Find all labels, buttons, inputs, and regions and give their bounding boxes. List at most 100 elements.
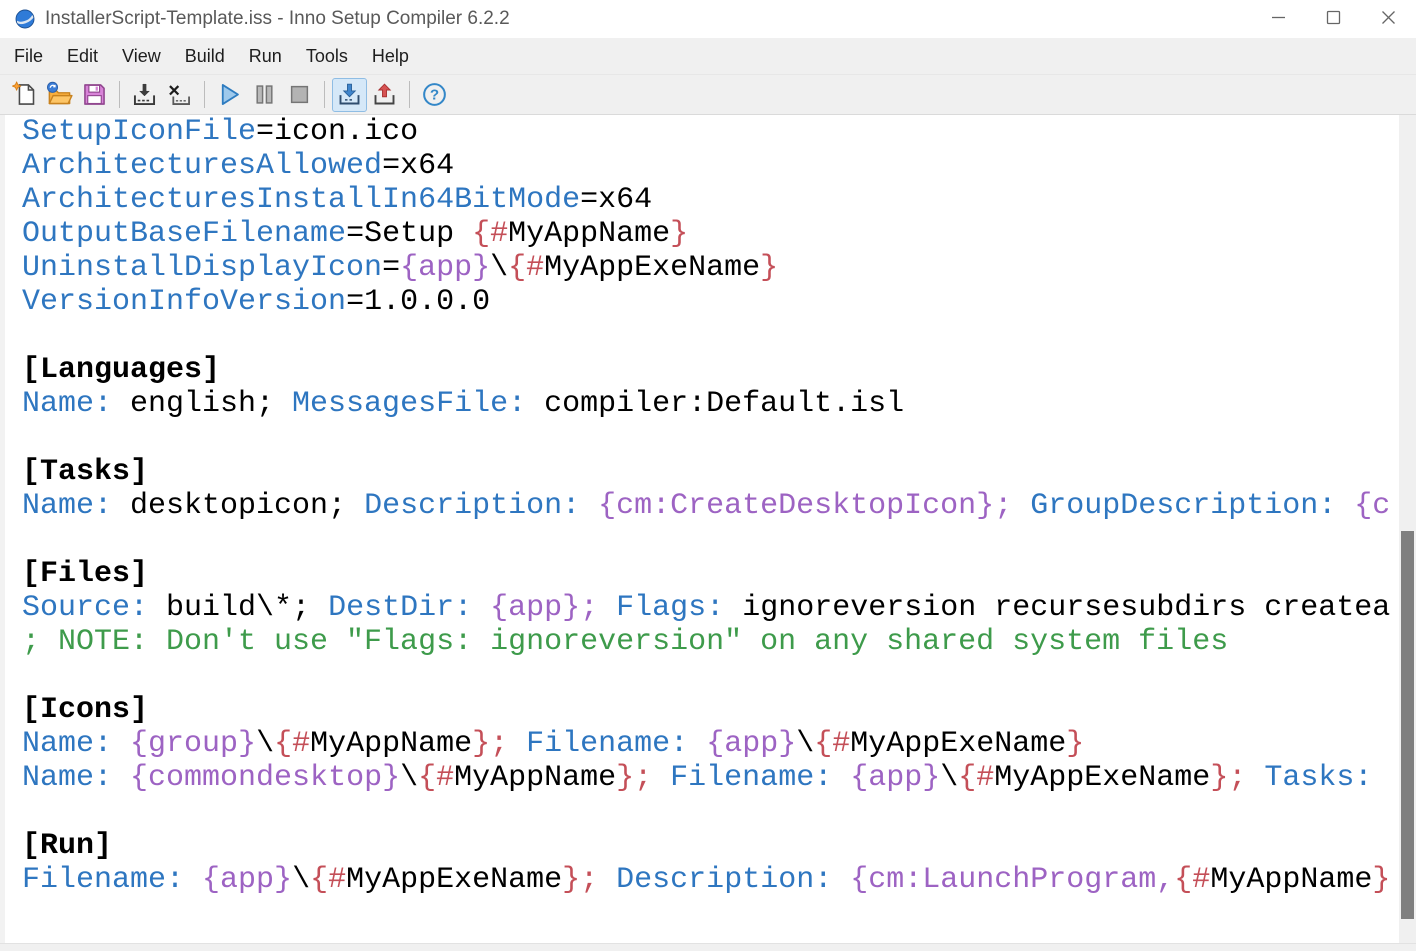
- code-token-key: MessagesFile:: [292, 387, 527, 421]
- code-token-key: Filename:: [22, 863, 185, 897]
- code-line[interactable]: ArchitecturesAllowed=x64: [22, 149, 1399, 183]
- code-line[interactable]: SetupIconFile=icon.ico: [22, 115, 1399, 149]
- code-token-pre: {#: [508, 251, 545, 285]
- code-token-key: ArchitecturesInstallIn64BitMode: [22, 183, 581, 217]
- inno-setup-icon: [15, 9, 35, 29]
- window-title: InstallerScript-Template.iss - Inno Setu…: [45, 8, 510, 29]
- code-line[interactable]: Name: {group}\{#MyAppName}; Filename: {a…: [22, 727, 1399, 761]
- save-script-button[interactable]: [77, 78, 112, 112]
- terminate-button[interactable]: [282, 78, 317, 112]
- code-line[interactable]: [22, 795, 1399, 829]
- code-line[interactable]: OutputBaseFilename=Setup {#MyAppName}: [22, 217, 1399, 251]
- code-line[interactable]: [22, 421, 1399, 455]
- code-token-const: {app}: [202, 863, 293, 897]
- code-token-val: [598, 591, 616, 625]
- code-line[interactable]: Name: desktopicon; Description: {cm:Crea…: [22, 489, 1399, 523]
- code-token-val: [508, 727, 526, 761]
- code-area[interactable]: SetupIconFile=icon.ico ArchitecturesAllow…: [0, 115, 1399, 943]
- inno-setup-window: InstallerScript-Template.iss - Inno Setu…: [0, 0, 1416, 951]
- minimize-button[interactable]: [1251, 0, 1306, 38]
- code-token-key: Tasks:: [1264, 761, 1373, 795]
- code-line[interactable]: VersionInfoVersion=1.0.0.0: [22, 285, 1399, 319]
- script-editor[interactable]: SetupIconFile=icon.ico ArchitecturesAllow…: [0, 114, 1416, 943]
- close-icon: [1381, 10, 1396, 28]
- menu-item-help[interactable]: Help: [360, 38, 421, 74]
- scrollbar-thumb[interactable]: [1401, 531, 1414, 919]
- new-script-button[interactable]: [7, 78, 42, 112]
- run-button[interactable]: [212, 78, 247, 112]
- menu-item-run[interactable]: Run: [237, 38, 294, 74]
- code-line[interactable]: [22, 659, 1399, 693]
- code-line[interactable]: UninstallDisplayIcon={app}\{#MyAppExeNam…: [22, 251, 1399, 285]
- title-bar[interactable]: InstallerScript-Template.iss - Inno Setu…: [0, 0, 1416, 38]
- code-token-const: {app}: [850, 761, 941, 795]
- pause-button[interactable]: [247, 78, 282, 112]
- maximize-button[interactable]: [1306, 0, 1361, 38]
- code-line[interactable]: ; NOTE: Don't use "Flags: ignoreversion"…: [22, 625, 1399, 659]
- code-token-const: {cm:CreateDesktopIcon};: [598, 489, 1013, 523]
- menu-bar: File Edit View Build Run Tools Help: [0, 38, 1416, 74]
- code-token-val: [832, 863, 850, 897]
- code-line[interactable]: ArchitecturesInstallIn64BitMode=x64: [22, 183, 1399, 217]
- code-token-key: Flags:: [616, 591, 725, 625]
- menu-item-edit[interactable]: Edit: [55, 38, 110, 74]
- code-token-key: Name:: [22, 727, 113, 761]
- code-token-val: =icon.ico: [256, 115, 419, 149]
- menu-item-build[interactable]: Build: [173, 38, 237, 74]
- code-line[interactable]: [22, 319, 1399, 353]
- uninstall-arrow-icon: [371, 81, 398, 108]
- target-uninstall-button[interactable]: [367, 78, 402, 112]
- maximize-icon: [1326, 10, 1341, 28]
- code-token-const: {c: [1354, 489, 1391, 523]
- code-token-key: Description:: [364, 489, 581, 523]
- code-token-val: \: [796, 727, 815, 761]
- code-line[interactable]: [22, 523, 1399, 557]
- close-button[interactable]: [1361, 0, 1416, 38]
- minimize-icon: [1271, 10, 1286, 28]
- code-token-key: ArchitecturesAllowed: [22, 149, 383, 183]
- code-line[interactable]: Source: build\*; DestDir: {app}; Flags: …: [22, 591, 1399, 625]
- code-line[interactable]: [Run]: [22, 829, 1399, 863]
- stop-compile-button[interactable]: [162, 78, 197, 112]
- code-line[interactable]: [Languages]: [22, 353, 1399, 387]
- help-button[interactable]: ?: [417, 78, 452, 112]
- code-token-val: \: [292, 863, 311, 897]
- code-token-key: DestDir:: [328, 591, 473, 625]
- code-token-pre: {#: [814, 727, 851, 761]
- code-line[interactable]: [Icons]: [22, 693, 1399, 727]
- code-token-key: Filename:: [670, 761, 833, 795]
- code-line[interactable]: [Tasks]: [22, 455, 1399, 489]
- code-token-const: {app}: [400, 251, 491, 285]
- open-script-button[interactable]: [42, 78, 77, 112]
- code-token-pre: }: [1066, 727, 1085, 761]
- code-token-pre: {#: [472, 217, 509, 251]
- menu-item-view[interactable]: View: [110, 38, 173, 74]
- code-line[interactable]: Name: {commondesktop}\{#MyAppName}; File…: [22, 761, 1399, 795]
- menu-item-file[interactable]: File: [2, 38, 55, 74]
- target-setup-button[interactable]: [332, 77, 367, 112]
- code-token-val: [688, 727, 706, 761]
- code-token-val: \: [256, 727, 275, 761]
- code-line[interactable]: [Files]: [22, 557, 1399, 591]
- code-token-val: MyAppExeName: [994, 761, 1211, 795]
- code-token-const: {app}: [706, 727, 797, 761]
- code-token-pre: {#: [1174, 863, 1211, 897]
- compile-button[interactable]: [127, 78, 162, 112]
- code-token-val: MyAppName: [310, 727, 473, 761]
- code-line[interactable]: Name: english; MessagesFile: compiler:De…: [22, 387, 1399, 421]
- code-token-const: {commondesktop}: [130, 761, 401, 795]
- code-token-val: \: [400, 761, 419, 795]
- code-token-pre: }: [670, 217, 689, 251]
- menu-item-tools[interactable]: Tools: [294, 38, 360, 74]
- code-token-pre: {#: [310, 863, 347, 897]
- code-token-pre: };: [472, 727, 509, 761]
- code-token-key: Filename:: [526, 727, 689, 761]
- code-line[interactable]: Filename: {app}\{#MyAppExeName}; Descrip…: [22, 863, 1399, 897]
- vertical-scrollbar[interactable]: [1399, 115, 1416, 943]
- code-token-key: Name:: [22, 489, 113, 523]
- code-token-pre: {#: [274, 727, 311, 761]
- code-token-section: [Run]: [22, 829, 113, 863]
- code-token-val: =x64: [382, 149, 455, 183]
- code-token-val: desktopicon;: [112, 489, 365, 523]
- code-token-val: MyAppName: [508, 217, 671, 251]
